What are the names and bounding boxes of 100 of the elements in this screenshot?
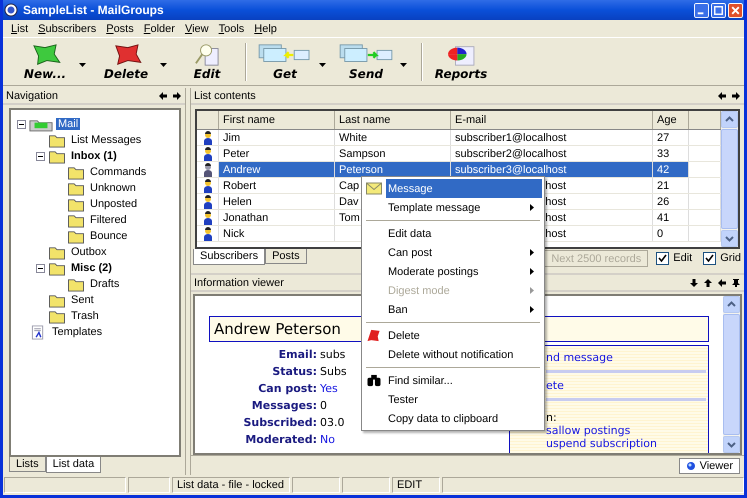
arrow-left-icon[interactable]	[718, 278, 726, 286]
toolbar-button[interactable]: Get	[253, 42, 317, 80]
table-cell: 26	[657, 196, 670, 208]
maximize-icon[interactable]	[711, 2, 726, 18]
action-link[interactable]: nd message	[546, 349, 613, 366]
arrow-right-icon[interactable]	[732, 92, 740, 100]
tab[interactable]: Posts	[265, 249, 307, 264]
folder-icon	[48, 148, 66, 164]
column-header[interactable]: E-mail	[451, 111, 653, 129]
tree-item[interactable]: Commands	[88, 166, 148, 178]
submenu-arrow-icon	[530, 249, 534, 256]
scroll-down-icon[interactable]	[721, 230, 738, 247]
toolbar-button[interactable]: Edit	[175, 42, 239, 80]
scroll-up-icon[interactable]	[721, 111, 738, 128]
menu-item[interactable]: Delete without notification	[364, 345, 542, 364]
field-link[interactable]: No	[320, 433, 335, 446]
expander-icon[interactable]	[17, 120, 26, 128]
table-cell: Peterson	[339, 164, 384, 176]
status-panel	[292, 477, 340, 493]
folder-icon	[48, 132, 66, 148]
panel-title: Information viewer	[194, 276, 285, 288]
tree-item[interactable]: Inbox (1)	[69, 150, 119, 162]
folder-icon	[67, 164, 85, 180]
expander-icon[interactable]	[36, 264, 45, 272]
menu-item[interactable]: Tester	[364, 390, 542, 409]
menu-item[interactable]: Help	[250, 22, 283, 34]
arrow-left-icon[interactable]	[718, 92, 726, 100]
dropdown-arrow-icon[interactable]	[160, 62, 167, 66]
menu-item[interactable]: Subscribers	[34, 22, 102, 34]
toolbar-button[interactable]: Send	[334, 42, 398, 80]
toolbar-button[interactable]: New...	[13, 42, 77, 80]
menu-item[interactable]: Posts	[102, 22, 140, 34]
arrow-up-icon[interactable]	[704, 278, 712, 286]
menu-item[interactable]: Copy data to clipboard	[364, 409, 542, 428]
dropdown-arrow-icon[interactable]	[79, 62, 86, 66]
tree-item[interactable]: List Messages	[69, 134, 144, 146]
menu-item[interactable]: View	[180, 22, 215, 34]
tree-item[interactable]: Trash	[69, 310, 101, 322]
menu-item[interactable]: Find similar...	[364, 371, 542, 390]
tab[interactable]: List data	[46, 457, 102, 473]
table-cell: 33	[657, 148, 670, 160]
status-panel	[342, 477, 390, 493]
column-header[interactable]: Age	[653, 111, 689, 129]
window-title: SampleList - MailGroups	[23, 3, 165, 17]
arrow-down-icon[interactable]	[690, 278, 698, 286]
column-header[interactable]: Last name	[335, 111, 451, 129]
table-cell: 21	[657, 180, 670, 192]
tree-item[interactable]: Unposted	[88, 198, 140, 210]
dropdown-arrow-icon[interactable]	[319, 62, 326, 66]
action-link[interactable]: sallow postings	[546, 424, 630, 437]
field-value: Subs	[320, 365, 347, 378]
tree-item[interactable]: Filtered	[88, 214, 129, 226]
checkbox-label: Edit	[673, 252, 692, 264]
tree-item[interactable]: Outbox	[69, 246, 108, 258]
tree-item[interactable]: Drafts	[88, 278, 122, 290]
arrow-left-icon[interactable]	[159, 92, 167, 100]
tree-item[interactable]: Mail	[56, 118, 80, 130]
menu-item[interactable]: Tools	[214, 22, 250, 34]
menu-item[interactable]: Template message	[364, 198, 542, 217]
globe-icon	[686, 460, 696, 470]
arrow-right-icon[interactable]	[173, 92, 181, 100]
table-cell: Nick	[223, 228, 244, 240]
action-link[interactable]: uspend subscription	[546, 437, 657, 450]
scroll-down-icon[interactable]	[723, 436, 740, 453]
tree-item[interactable]: Misc (2)	[69, 262, 114, 274]
menu-item[interactable]: Can post	[364, 243, 542, 262]
viewer-button[interactable]: Viewer	[678, 458, 740, 474]
scroll-up-icon[interactable]	[723, 296, 740, 313]
pin-icon[interactable]	[732, 278, 740, 286]
folder-icon	[48, 308, 66, 324]
minimize-icon[interactable]	[694, 2, 709, 18]
tree-item[interactable]: Unknown	[88, 182, 138, 194]
menu-item[interactable]: Delete	[364, 326, 542, 345]
table-cell: Robert	[223, 180, 256, 192]
table-cell: White	[339, 132, 368, 144]
tab[interactable]: Subscribers	[193, 249, 266, 265]
action-link[interactable]: ete	[546, 377, 564, 394]
tree-item[interactable]: Sent	[69, 294, 96, 306]
menu-item[interactable]: Folder	[140, 22, 181, 34]
column-header[interactable]: First name	[219, 111, 335, 129]
status-text: List data - file - locked	[172, 477, 290, 493]
toolbar-button[interactable]: Delete	[94, 42, 158, 80]
tab[interactable]: Lists	[9, 457, 46, 472]
submenu-arrow-icon	[530, 306, 534, 313]
table-cell: 27	[657, 132, 670, 144]
menu-item[interactable]: Ban	[364, 300, 542, 319]
menu-item[interactable]: Edit data	[364, 224, 542, 243]
checkbox[interactable]	[656, 252, 670, 265]
expander-icon[interactable]	[36, 152, 45, 160]
scrollbar[interactable]	[723, 296, 740, 453]
tree-item[interactable]: Bounce	[88, 230, 130, 242]
menu-item[interactable]: List	[7, 22, 34, 34]
toolbar-button[interactable]: Reports	[429, 42, 493, 80]
field-link[interactable]: Yes	[320, 382, 338, 395]
close-icon[interactable]	[728, 2, 743, 18]
scrollbar[interactable]	[721, 111, 738, 247]
tree-item[interactable]: Templates	[50, 326, 104, 338]
menu-item[interactable]: Moderate postings	[364, 262, 542, 281]
dropdown-arrow-icon[interactable]	[400, 62, 407, 66]
checkbox[interactable]	[703, 252, 716, 265]
